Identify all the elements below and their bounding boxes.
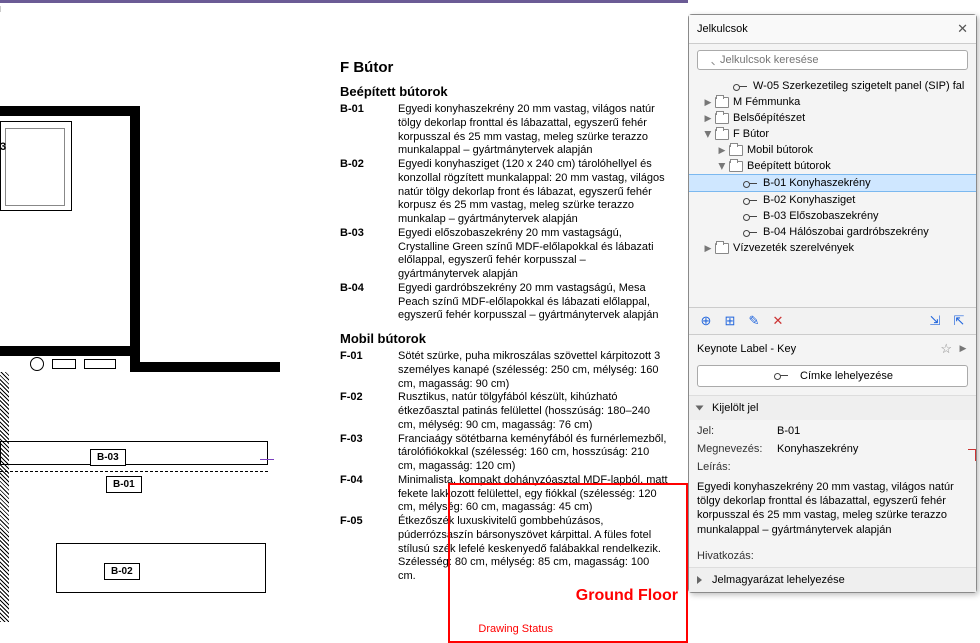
tree-item-w05[interactable]: W-05 Szerkezetileg szigetelt panel (SIP)… xyxy=(689,78,976,94)
place-label-button[interactable]: Címke lehelyezése xyxy=(697,365,968,387)
folder-icon xyxy=(715,243,729,254)
folder-icon xyxy=(729,161,743,172)
search-input[interactable] xyxy=(697,50,968,70)
legend-value: Franciaágy sötétbarna keményfából és fur… xyxy=(398,433,670,474)
legend-key: F-04 xyxy=(340,474,398,515)
tree-item-beep[interactable]: ▶Beépített bútorok xyxy=(689,158,976,174)
field-label-hiv: Hivatkozás: xyxy=(697,550,777,562)
section-selected[interactable]: Kijelölt jel xyxy=(689,395,976,420)
field-value-jel: B-01 xyxy=(777,425,968,437)
legend-section-mobile: Mobil bútorok xyxy=(340,331,670,346)
field-label-leiras: Leírás: xyxy=(697,461,777,473)
key-icon xyxy=(774,370,790,381)
favorite-icon[interactable]: ☆ xyxy=(940,341,952,357)
panel-title: Jelkulcsok xyxy=(697,23,748,35)
legend-key: F-03 xyxy=(340,433,398,474)
title-drawing-status: Drawing Status xyxy=(478,623,553,635)
drawing-canvas[interactable]: 3 B-03 B-01 B-02 F Bútor Beépített bútor… xyxy=(0,0,688,643)
legend-section-built: Beépített bútorok xyxy=(340,84,670,99)
panel-toolbar: ⊕ ⊞ ✎ ✕ ⇲ ⇱ xyxy=(689,307,976,335)
legend-value: Minimalista, kompakt dohányzóasztal MDF-… xyxy=(398,474,670,515)
legend-row: F-02Rusztikus, natúr tölgyfából készült,… xyxy=(340,391,670,432)
legend-key: F-02 xyxy=(340,391,398,432)
legend-row: B-04Egyedi gardróbszekrény 20 mm vastags… xyxy=(340,282,670,323)
ruler xyxy=(0,6,688,12)
key-icon xyxy=(743,178,759,189)
plan-tag-b02[interactable]: B-02 xyxy=(104,563,140,580)
key-icon xyxy=(743,227,759,238)
folder-icon xyxy=(729,145,743,156)
tree-item-mfem[interactable]: ▶M Fémmunka xyxy=(689,94,976,110)
plan-tag-b03[interactable]: B-03 xyxy=(90,449,126,466)
legend-title: F Bútor xyxy=(340,59,670,76)
legend-value: Egyedi előszobaszekrény 20 mm vastagságú… xyxy=(398,227,670,282)
legend-value: Étkezőszék luxuskivitelű gombbehúzásos, … xyxy=(398,515,670,584)
legend-block: F Bútor Beépített bútorok B-01Egyedi kon… xyxy=(340,59,670,584)
tree-item-belso[interactable]: ▶Belsőépítészet xyxy=(689,110,976,126)
field-label-jel: Jel: xyxy=(697,425,777,437)
keynote-label: Keynote Label - Key xyxy=(697,343,934,355)
legend-row: F-01Sötét szürke, puha mikroszálas szöve… xyxy=(340,350,670,391)
add-icon[interactable]: ⊕ xyxy=(699,314,713,328)
tree-item-b03[interactable]: B-03 Előszobaszekrény xyxy=(689,208,976,224)
legend-value: Egyedi gardróbszekrény 20 mm vastagságú,… xyxy=(398,282,670,323)
legend-row: B-02Egyedi konyhasziget (120 x 240 cm) t… xyxy=(340,158,670,227)
legend-row: B-01Egyedi konyhaszekrény 20 mm vastag, … xyxy=(340,103,670,158)
tree-item-fbutor[interactable]: ▶F Bútor xyxy=(689,126,976,142)
edit-icon[interactable]: ✎ xyxy=(747,314,761,328)
delete-icon[interactable]: ✕ xyxy=(771,314,785,328)
section-jelmag[interactable]: Jelmagyarázat lehelyezése xyxy=(689,567,976,592)
legend-row: F-05Étkezőszék luxuskivitelű gombbehúzás… xyxy=(340,515,670,584)
legend-value: Egyedi konyhaszekrény 20 mm vastag, vilá… xyxy=(398,103,670,158)
folder-icon xyxy=(715,129,729,140)
key-icon xyxy=(733,81,749,92)
legend-key: F-01 xyxy=(340,350,398,391)
folder-icon xyxy=(715,97,729,108)
legend-value: Egyedi konyhasziget (120 x 240 cm) tárol… xyxy=(398,158,670,227)
keynote-tree[interactable]: W-05 Szerkezetileg szigetelt panel (SIP)… xyxy=(689,76,976,307)
tree-item-viz[interactable]: ▶Vízvezeték szerelvények xyxy=(689,240,976,256)
field-value-leiras: Egyedi konyhaszekrény 20 mm vastag, vilá… xyxy=(697,476,968,541)
tree-item-b02[interactable]: B-02 Konyhasziget xyxy=(689,192,976,208)
key-icon xyxy=(743,195,759,206)
keynotes-panel: Jelkulcsok ✕ W-05 Szerkezetileg szigetel… xyxy=(688,14,977,593)
legend-key: F-05 xyxy=(340,515,398,584)
legend-row: F-04Minimalista, kompakt dohányzóasztal … xyxy=(340,474,670,515)
chevron-right-icon[interactable]: ▶ xyxy=(958,344,968,353)
legend-key: B-04 xyxy=(340,282,398,323)
add-folder-icon[interactable]: ⊞ xyxy=(723,314,737,328)
legend-key: B-01 xyxy=(340,103,398,158)
close-icon[interactable]: ✕ xyxy=(957,21,968,37)
field-value-meg: Konyhaszekrény xyxy=(777,443,968,455)
plan-tag-b01[interactable]: B-01 xyxy=(106,476,142,493)
tree-item-mobil[interactable]: ▶Mobil bútorok xyxy=(689,142,976,158)
tree-item-b04[interactable]: B-04 Hálószobai gardróbszekrény xyxy=(689,224,976,240)
legend-row: F-03Franciaágy sötétbarna keményfából és… xyxy=(340,433,670,474)
import-icon[interactable]: ⇱ xyxy=(952,314,966,328)
legend-key: B-03 xyxy=(340,227,398,282)
floorplan: 3 B-03 B-01 B-02 xyxy=(0,83,280,643)
legend-value: Sötét szürke, puha mikroszálas szövettel… xyxy=(398,350,670,391)
folder-icon xyxy=(715,113,729,124)
legend-value: Rusztikus, natúr tölgyfából készült, kih… xyxy=(398,391,670,432)
room-number: 3 xyxy=(0,141,6,153)
field-label-meg: Megnevezés: xyxy=(697,443,777,455)
export-icon[interactable]: ⇲ xyxy=(928,314,942,328)
title-ground-floor: Ground Floor xyxy=(576,587,678,605)
legend-key: B-02 xyxy=(340,158,398,227)
key-icon xyxy=(743,211,759,222)
tree-item-b01[interactable]: B-01 Konyhaszekrény xyxy=(689,174,976,192)
legend-row: B-03Egyedi előszobaszekrény 20 mm vastag… xyxy=(340,227,670,282)
